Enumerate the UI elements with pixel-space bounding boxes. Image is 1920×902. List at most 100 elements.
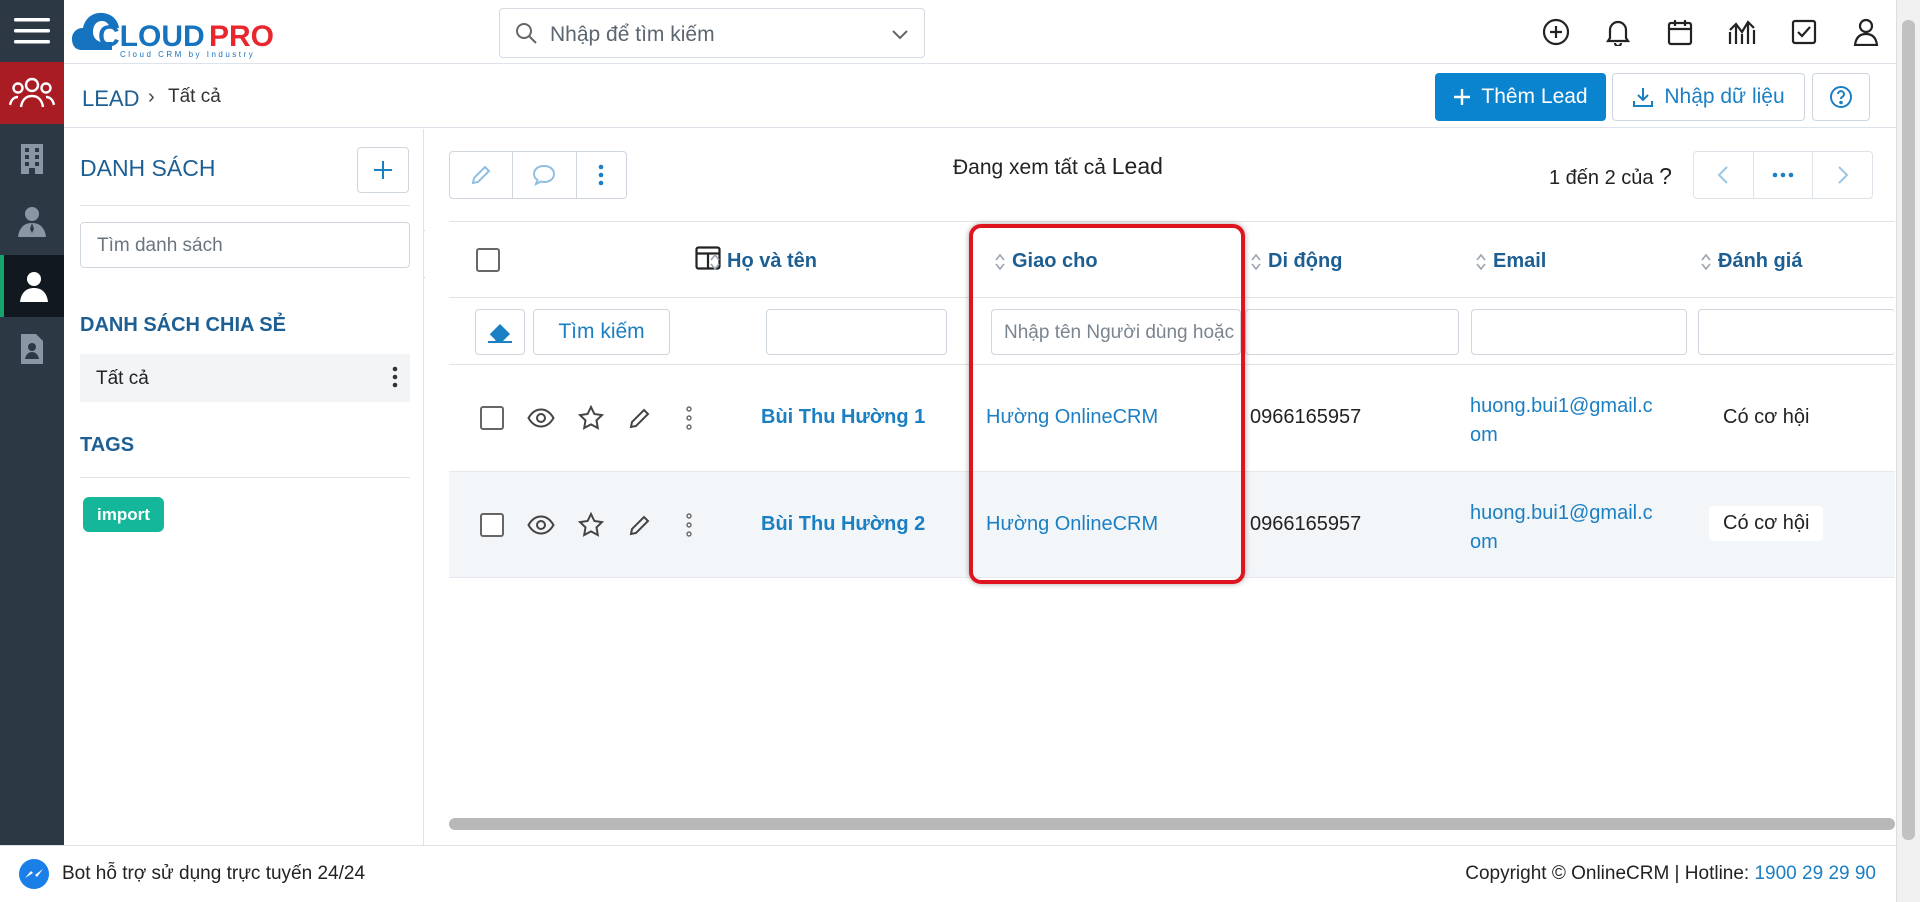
- help-button[interactable]: [1812, 73, 1870, 121]
- pagination-total[interactable]: ?: [1659, 163, 1672, 189]
- rail-item-documents[interactable]: [0, 318, 64, 380]
- lead-name-link[interactable]: Bùi Thu Hường 1: [761, 406, 925, 429]
- breadcrumb-separator: ›: [148, 86, 155, 108]
- row-checkbox[interactable]: [480, 406, 504, 430]
- filter-rating-input[interactable]: [1698, 309, 1895, 355]
- chart-icon: [1728, 20, 1756, 44]
- hotline-link[interactable]: 1900 29 29 90: [1754, 863, 1876, 884]
- assigned-user-link[interactable]: Hường OnlineCRM: [986, 513, 1158, 536]
- horizontal-scrollbar[interactable]: [449, 818, 1895, 830]
- tasks-button[interactable]: [1784, 12, 1824, 52]
- assigned-user-link[interactable]: Hường OnlineCRM: [986, 406, 1158, 429]
- table-row[interactable]: Bùi Thu Hường 2 Hường OnlineCRM 09661659…: [449, 472, 1895, 578]
- kebab-menu-icon[interactable]: [686, 513, 692, 537]
- rail-item-contacts-group[interactable]: [0, 62, 64, 124]
- shared-list-item[interactable]: Tất cả: [80, 354, 410, 402]
- bulk-edit-button[interactable]: [450, 152, 514, 198]
- row-checkbox[interactable]: [480, 513, 504, 537]
- filter-mobile-input[interactable]: [1245, 309, 1459, 355]
- kebab-menu-icon[interactable]: [686, 406, 692, 430]
- chevron-right-icon: [1837, 166, 1849, 184]
- calendar-button[interactable]: [1660, 12, 1700, 52]
- table-row[interactable]: Bùi Thu Hường 1 Hường OnlineCRM 09661659…: [449, 366, 1895, 472]
- add-lead-label: Thêm Lead: [1481, 85, 1588, 108]
- quick-create-button[interactable]: [1536, 12, 1576, 52]
- email-link[interactable]: huong.bui1@gmail.c om: [1470, 499, 1653, 557]
- column-rating[interactable]: Đánh giá: [1700, 250, 1802, 273]
- column-email[interactable]: Email: [1475, 250, 1546, 273]
- filter-name-input[interactable]: [766, 309, 947, 355]
- mobile-value[interactable]: 0966165957: [1250, 513, 1361, 536]
- column-mobile[interactable]: Di động: [1250, 250, 1342, 273]
- list-search-input[interactable]: Tìm danh sách: [80, 222, 410, 268]
- add-list-button[interactable]: [357, 147, 409, 193]
- plus-icon: [374, 161, 392, 179]
- shared-list-item-label: Tất cả: [96, 368, 149, 389]
- page-jump-button[interactable]: [1754, 152, 1814, 198]
- column-name[interactable]: Họ và tên: [709, 250, 817, 273]
- support-bot-text[interactable]: Bot hỗ trợ sử dụng trực tuyến 24/24: [62, 863, 365, 885]
- messenger-icon[interactable]: [18, 858, 50, 890]
- import-data-button[interactable]: Nhập dữ liệu: [1612, 73, 1805, 121]
- copyright-text: Copyright © OnlineCRM | Hotline: 1900 29…: [1465, 863, 1876, 885]
- filter-email-input[interactable]: [1471, 309, 1687, 355]
- breadcrumb-module[interactable]: LEAD: [82, 86, 139, 112]
- profile-button[interactable]: [1846, 12, 1886, 52]
- sort-icon: [710, 253, 720, 270]
- global-search[interactable]: Nhập để tìm kiếm: [499, 8, 925, 58]
- email-line-1: huong.bui1@gmail.c: [1470, 395, 1653, 417]
- calendar-icon: [1667, 20, 1693, 46]
- clear-filter-button[interactable]: [475, 309, 525, 355]
- next-page-button[interactable]: [1813, 152, 1872, 198]
- reports-button[interactable]: [1722, 12, 1762, 52]
- chevron-left-icon: [1717, 166, 1729, 184]
- notifications-button[interactable]: [1598, 12, 1638, 52]
- rating-value: Có cơ hội: [1723, 406, 1810, 428]
- menu-toggle[interactable]: [0, 0, 64, 62]
- select-all-checkbox[interactable]: [476, 248, 500, 272]
- email-link[interactable]: huong.bui1@gmail.c om: [1470, 392, 1653, 450]
- kebab-menu-icon[interactable]: [392, 366, 398, 388]
- search-placeholder: Nhập để tìm kiếm: [550, 23, 715, 46]
- page-scrollbar[interactable]: [1896, 0, 1920, 902]
- page-scrollbar-thumb[interactable]: [1902, 20, 1915, 840]
- rail-item-organizations[interactable]: [0, 128, 64, 190]
- column-name-label: Họ và tên: [727, 250, 818, 272]
- viewing-module: Lead: [1111, 153, 1163, 179]
- comment-icon: [533, 164, 556, 186]
- table-header: Họ và tên Giao cho Di động Email Đánh gi…: [449, 222, 1895, 298]
- email-line-2: om: [1470, 531, 1498, 553]
- eye-icon[interactable]: [527, 515, 555, 535]
- bulk-comment-button[interactable]: [513, 152, 577, 198]
- star-icon[interactable]: [578, 405, 604, 431]
- download-icon: [1633, 88, 1654, 107]
- pencil-icon[interactable]: [628, 406, 652, 430]
- bulk-actions: [449, 151, 627, 199]
- tag-import[interactable]: import: [83, 497, 164, 532]
- column-rating-label: Đánh giá: [1718, 250, 1803, 272]
- star-icon[interactable]: [578, 512, 604, 538]
- prev-page-button[interactable]: [1694, 152, 1754, 198]
- pagination-info: 1 đến 2 của ?: [1549, 163, 1672, 190]
- chevron-down-icon[interactable]: [890, 24, 910, 44]
- more-actions-button[interactable]: [577, 152, 626, 198]
- app-root: CLOUD PRO Cloud CRM by Industry Nhập để …: [0, 0, 1920, 902]
- copyright-label: Copyright © OnlineCRM | Hotline:: [1465, 863, 1755, 884]
- eye-icon[interactable]: [527, 408, 555, 428]
- lead-name-link[interactable]: Bùi Thu Hường 2: [761, 513, 925, 536]
- rail-item-leads[interactable]: [0, 255, 64, 317]
- mobile-value[interactable]: 0966165957: [1250, 406, 1361, 429]
- filter-search-button[interactable]: Tìm kiếm: [533, 309, 670, 355]
- add-lead-button[interactable]: Thêm Lead: [1435, 73, 1606, 121]
- pagination-controls: [1693, 151, 1873, 199]
- filter-assigned-input[interactable]: Nhập tên Người dùng hoặc Nhóm: [991, 309, 1241, 355]
- column-assigned[interactable]: Giao cho: [994, 250, 1098, 273]
- shared-list-title: DANH SÁCH CHIA SẺ: [80, 314, 286, 336]
- rating-value: Có cơ hội: [1709, 506, 1824, 541]
- hamburger-icon: [14, 18, 50, 44]
- column-mobile-label: Di động: [1268, 250, 1343, 272]
- cloudpro-logo[interactable]: CLOUD PRO Cloud CRM by Industry: [72, 6, 302, 60]
- pencil-icon[interactable]: [628, 513, 652, 537]
- filter-assigned-placeholder: Nhập tên Người dùng hoặc Nhóm: [1004, 322, 1240, 343]
- rail-item-contacts[interactable]: [0, 190, 64, 252]
